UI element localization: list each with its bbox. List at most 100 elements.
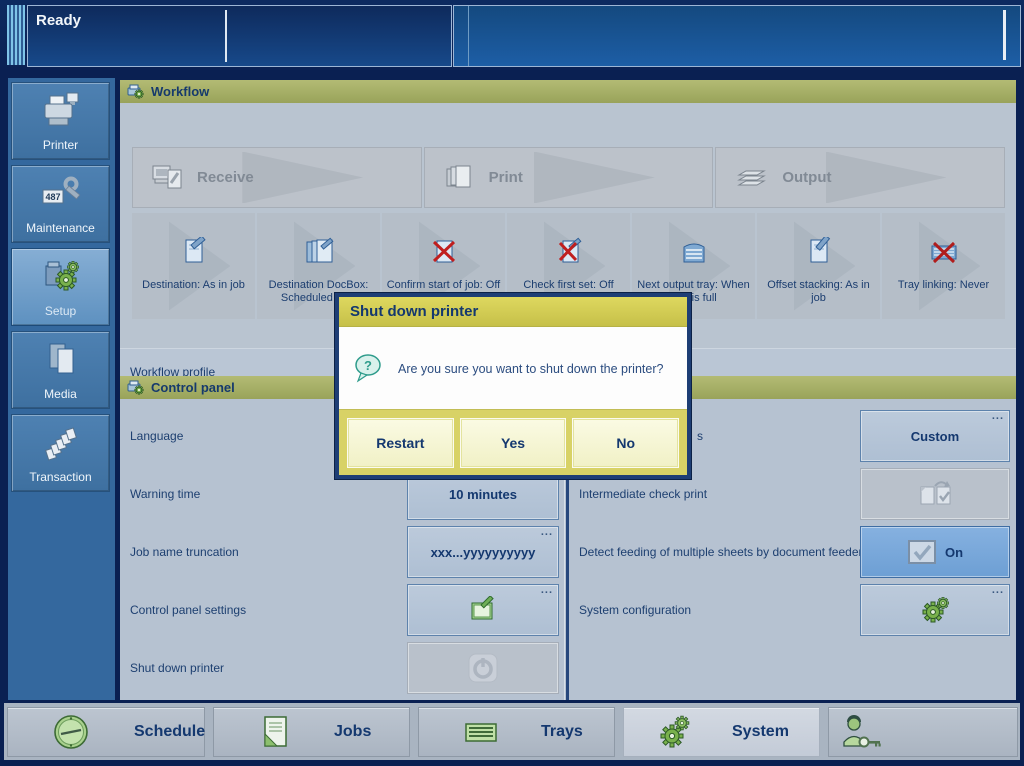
setup-gears-icon bbox=[39, 249, 83, 304]
setting-label: Tray linking: Never bbox=[895, 279, 992, 292]
tab-system[interactable]: System bbox=[623, 707, 820, 757]
clock-icon bbox=[52, 713, 90, 751]
stage-label: Print bbox=[489, 169, 523, 186]
ellipsis-indicator: ... bbox=[541, 526, 553, 538]
status-cursor-tick bbox=[1003, 10, 1006, 60]
stage-output-button[interactable]: Output bbox=[715, 147, 1005, 208]
document-crossed-icon bbox=[427, 235, 461, 271]
stage-print-button[interactable]: Print bbox=[424, 147, 714, 208]
printer-control-screen: Ready Printer bbox=[0, 0, 1024, 766]
sidebar-item-label: Maintenance bbox=[26, 221, 95, 235]
system-configuration-button[interactable]: ... bbox=[860, 584, 1010, 636]
control-panel-settings-row: Control panel settings ... bbox=[120, 584, 564, 636]
setting-destination-button[interactable]: Destination: As in job bbox=[132, 213, 255, 319]
key-operator-icon bbox=[837, 712, 885, 752]
checkbox-checked-icon bbox=[907, 539, 937, 565]
dialog-message: Are you sure you want to shut down the p… bbox=[398, 362, 663, 376]
status-panel-divider bbox=[225, 10, 227, 62]
workflow-section-title: Workflow bbox=[151, 84, 209, 99]
warning-time-label: Warning time bbox=[130, 468, 200, 520]
question-bubble-icon: ? bbox=[353, 353, 385, 385]
custom-value-button[interactable]: ... Custom bbox=[860, 410, 1010, 462]
ellipsis-indicator: ... bbox=[992, 410, 1004, 422]
document-crossed-icon bbox=[552, 235, 586, 271]
document-stack-icon bbox=[301, 235, 337, 271]
sidebar-item-media[interactable]: Media bbox=[11, 331, 110, 409]
job-name-truncation-value-button[interactable]: ... xxx...yyyyyyyyyy bbox=[407, 526, 559, 578]
workflow-section-header: Workflow bbox=[120, 80, 1016, 103]
job-name-truncation-label: Job name truncation bbox=[130, 526, 239, 578]
ellipsis-indicator: ... bbox=[541, 584, 553, 596]
tab-label: Trays bbox=[541, 723, 583, 741]
setting-label: Check first set: Off bbox=[520, 279, 616, 292]
language-label: Language bbox=[130, 410, 183, 462]
section-gear-icon bbox=[127, 380, 144, 395]
printer-status-text: Ready bbox=[36, 12, 81, 29]
section-gear-icon bbox=[127, 84, 144, 99]
tab-jobs[interactable]: Jobs bbox=[213, 707, 410, 757]
receive-icon bbox=[151, 163, 185, 193]
stage-label: Output bbox=[782, 169, 831, 186]
power-icon bbox=[466, 652, 500, 684]
dialog-title: Shut down printer bbox=[339, 297, 687, 327]
bottom-navigation-bar: Schedule Jobs bbox=[4, 703, 1020, 760]
tab-label: Schedule bbox=[134, 723, 205, 741]
document-edit-icon bbox=[802, 235, 836, 271]
trays-icon bbox=[463, 717, 501, 747]
output-tray-icon bbox=[677, 235, 711, 271]
chevron-decoration bbox=[826, 152, 947, 204]
chevron-decoration bbox=[534, 152, 655, 204]
detect-multiple-sheets-row: Detect feeding of multiple sheets by doc… bbox=[569, 526, 1016, 578]
dialog-button-bar: Restart Yes No bbox=[339, 409, 687, 475]
tab-trays[interactable]: Trays bbox=[418, 707, 615, 757]
shut-down-printer-row: Shut down printer bbox=[120, 642, 564, 694]
tab-schedule[interactable]: Schedule bbox=[7, 707, 205, 757]
system-gears-icon bbox=[654, 712, 698, 752]
tab-key-operator[interactable] bbox=[828, 707, 1018, 757]
status-stripes-decoration bbox=[7, 5, 25, 65]
sidebar-item-maintenance[interactable]: 487 Maintenance bbox=[11, 165, 110, 243]
document-edit-icon bbox=[177, 235, 211, 271]
custom-value: Custom bbox=[911, 429, 959, 444]
shut-down-printer-label: Shut down printer bbox=[130, 642, 224, 694]
detect-multiple-sheets-label: Detect feeding of multiple sheets by doc… bbox=[579, 526, 863, 578]
system-configuration-label: System configuration bbox=[579, 584, 691, 636]
detect-multiple-sheets-toggle-button[interactable]: On bbox=[860, 526, 1010, 578]
svg-text:?: ? bbox=[364, 358, 372, 373]
media-sheets-icon bbox=[39, 332, 83, 387]
top-status-bar: Ready bbox=[0, 0, 1024, 70]
sidebar-item-printer[interactable]: Printer bbox=[11, 82, 110, 160]
sidebar-item-setup[interactable]: Setup bbox=[11, 248, 110, 326]
job-name-truncation-row: Job name truncation ... xxx...yyyyyyyyyy bbox=[120, 526, 564, 578]
setting-offset-stacking-button[interactable]: Offset stacking: As in job bbox=[757, 213, 880, 319]
counter-wrench-icon: 487 bbox=[39, 166, 83, 221]
shut-down-printer-button[interactable] bbox=[407, 642, 559, 694]
yes-button[interactable]: Yes bbox=[461, 419, 566, 467]
shutdown-dialog: Shut down printer ? Are you sure you wan… bbox=[335, 293, 691, 479]
setting-tray-linking-button[interactable]: Tray linking: Never bbox=[882, 213, 1005, 319]
svg-text:487: 487 bbox=[45, 192, 60, 202]
no-button[interactable]: No bbox=[573, 419, 678, 467]
stage-receive-button[interactable]: Receive bbox=[132, 147, 422, 208]
sidebar-item-label: Transaction bbox=[29, 470, 91, 484]
sidebar-item-label: Setup bbox=[45, 304, 76, 318]
intermediate-check-print-button[interactable] bbox=[860, 468, 1010, 520]
printer-icon bbox=[39, 83, 83, 138]
setting-label: Destination: As in job bbox=[139, 279, 248, 292]
print-icon bbox=[443, 163, 477, 193]
restart-button[interactable]: Restart bbox=[348, 419, 453, 467]
jobs-document-icon bbox=[258, 714, 292, 750]
edit-pad-icon bbox=[467, 596, 499, 624]
job-name-truncation-value: xxx...yyyyyyyyyy bbox=[431, 545, 536, 560]
status-left-panel: Ready bbox=[27, 5, 452, 67]
transaction-pages-icon bbox=[39, 415, 83, 470]
tab-label: System bbox=[732, 723, 789, 741]
setting-label: Offset stacking: As in job bbox=[757, 279, 880, 305]
status-right-panel bbox=[453, 5, 1021, 67]
sidebar-item-transaction[interactable]: Transaction bbox=[11, 414, 110, 492]
system-configuration-row: System configuration ... bbox=[569, 584, 1016, 636]
workflow-stage-row: Receive Print bbox=[132, 147, 1005, 208]
setting-label: Confirm start of job: Off bbox=[384, 279, 504, 292]
control-panel-settings-button[interactable]: ... bbox=[407, 584, 559, 636]
output-icon bbox=[734, 163, 770, 193]
